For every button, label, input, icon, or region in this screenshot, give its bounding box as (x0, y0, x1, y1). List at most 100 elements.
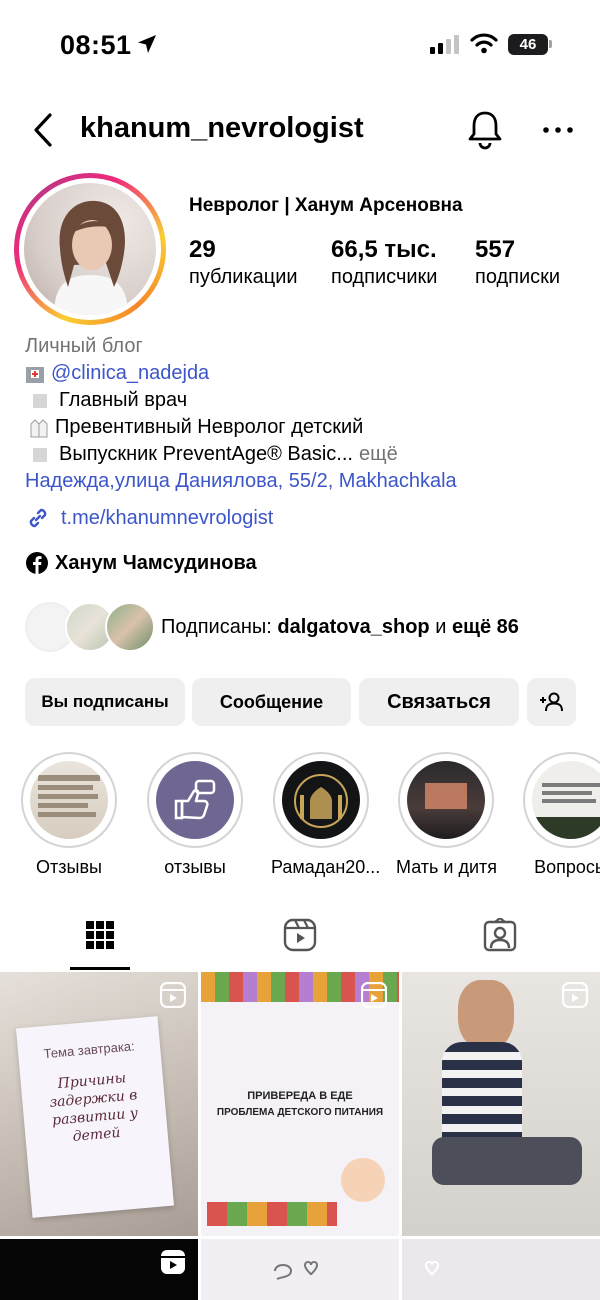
post-title-line2: ПРОБЛЕМА ДЕТСКОГО ПИТАНИЯ (216, 1107, 384, 1118)
stat-posts-value: 29 (189, 236, 216, 263)
profile-tabs (0, 900, 600, 970)
stat-posts-label: публикации (189, 266, 298, 288)
stat-following[interactable]: 557 подписки (475, 236, 560, 289)
wifi-icon (470, 33, 498, 54)
bio-role-text: Главный врач (59, 389, 188, 411)
tab-posts-grid[interactable] (0, 900, 200, 970)
child-legs (432, 1137, 582, 1185)
reel-badge-icon (361, 982, 387, 1008)
post-thumbnail[interactable]: Тема завтрака: Причины задержки в развит… (0, 972, 198, 1236)
top-nav: khanum_nevrologist (0, 95, 600, 165)
followed-by[interactable]: Подписаны: dalgatova_shop и ещё 86 (25, 602, 585, 654)
suggest-people-button[interactable] (527, 678, 576, 726)
cellular-signal-icon (430, 35, 459, 54)
highlight-cover (407, 761, 485, 839)
grid-icon (86, 921, 114, 949)
highlight-reviews[interactable]: Отзывы (19, 752, 119, 878)
post-title-line1: ПРИВЕРЕДА В ЕДЕ (247, 1090, 353, 1102)
reels-icon (283, 918, 317, 952)
highlight-questions[interactable]: Вопросы (521, 752, 600, 878)
bio-specialty-text: Превентивный Невролог детский (55, 416, 364, 438)
profile-category: Личный блог (25, 335, 143, 357)
contact-button[interactable]: Связаться (359, 678, 519, 726)
stat-followers[interactable]: 66,5 тыс. подписчики (331, 236, 437, 289)
vegetables-illustration (207, 1202, 337, 1226)
following-button[interactable]: Вы подписаны (25, 678, 185, 726)
followed-by-text: Подписаны: dalgatova_shop и ещё 86 (161, 616, 519, 638)
highlight-cover (532, 761, 600, 839)
clinic-mention-link[interactable]: @clinica_nadejda (51, 360, 209, 387)
post-thumbnail[interactable] (201, 1239, 399, 1300)
post-thumbnail[interactable] (402, 1239, 600, 1300)
bullet-square-icon (33, 393, 47, 408)
message-button[interactable]: Сообщение (192, 678, 351, 726)
tab-tagged[interactable] (400, 900, 600, 970)
highlight-cover (282, 761, 360, 839)
battery-tip (549, 40, 552, 48)
crying-baby-illustration (341, 1158, 385, 1202)
highlight-label: Отзывы (36, 857, 102, 877)
bullet-square-icon (33, 447, 47, 462)
add-person-icon (539, 692, 563, 712)
follower-avatar (105, 602, 155, 652)
stat-followers-value: 66,5 тыс. (331, 236, 437, 263)
reel-badge-icon (562, 982, 588, 1008)
highlight-cover (156, 761, 234, 839)
post-thumbnail[interactable] (402, 972, 600, 1236)
back-chevron-icon[interactable] (28, 110, 58, 150)
profile-display-name: Невролог | Ханум Арсеновна (189, 195, 463, 216)
bio-line-graduate: Выпускник PreventAge® Basic... ещё (25, 441, 585, 468)
highlight-label: Мать и дитя (396, 857, 498, 877)
profile-avatar[interactable] (14, 173, 166, 325)
highlight-cover (30, 761, 108, 839)
highlight-label: Рамадан20... (271, 857, 381, 877)
battery-icon: 46 (508, 34, 548, 55)
facebook-name: Ханум Чамсудинова (55, 551, 257, 574)
highlight-label: отзывы (164, 857, 226, 877)
stat-followers-label: подписчики (331, 266, 438, 288)
post-thumbnail[interactable]: ПРИВЕРЕДА В ЕДЕ ПРОБЛЕМА ДЕТСКОГО ПИТАНИ… (201, 972, 399, 1236)
status-bar: 08:51 46 (0, 0, 600, 90)
post-thumbnail[interactable] (0, 1239, 198, 1300)
highlight-mother-child[interactable]: Мать и дитя (396, 752, 498, 878)
post-flyer-title: Тема завтрака: (42, 1038, 136, 1062)
facebook-icon (26, 552, 48, 574)
bio-graduate-text: Выпускник PreventAge® Basic... (59, 443, 353, 465)
post-flyer-headline: Причины задержки в развитии у детей (48, 1070, 139, 1145)
bio-line-specialty: Превентивный Невролог детский (25, 414, 585, 441)
highlight-label: Вопросы (534, 857, 600, 877)
hospital-icon (26, 366, 44, 383)
thumbs-up-chat-icon (174, 779, 216, 820)
status-time: 08:51 (60, 30, 132, 60)
external-link[interactable]: t.me/khanumnevrologist (25, 505, 273, 531)
hearts-doodle-icon (424, 1261, 440, 1276)
stat-following-value: 557 (475, 236, 516, 263)
bio-more-link[interactable]: ещё (359, 441, 398, 468)
active-tab-indicator (70, 967, 130, 970)
stat-following-label: подписки (475, 266, 561, 288)
bio-line-clinic: @clinica_nadejda (25, 360, 585, 387)
avatar-photo (24, 183, 156, 315)
tab-reels[interactable] (200, 900, 400, 970)
external-link-text: t.me/khanumnevrologist (61, 506, 274, 529)
doctor-coat-icon (30, 418, 48, 437)
highlight-reviews-2[interactable]: отзывы (145, 752, 245, 878)
highlight-ramadan[interactable]: Рамадан20... (271, 752, 381, 878)
child-shirt (442, 1042, 522, 1142)
bio-line-role: Главный врач (25, 387, 585, 414)
tagged-person-icon (483, 918, 517, 952)
more-options-icon[interactable] (540, 115, 576, 145)
reel-badge-icon (161, 1250, 185, 1274)
facebook-profile-link[interactable]: Ханум Чамсудинова (25, 551, 257, 575)
reel-badge-icon (160, 982, 186, 1008)
profile-username: khanum_nevrologist (80, 112, 364, 144)
stat-posts[interactable]: 29 публикации (189, 236, 298, 289)
notification-bell-icon[interactable] (465, 107, 505, 151)
bio-address-link[interactable]: Надежда,улица Даниялова, 55/2, Makhachka… (25, 468, 585, 495)
link-chain-icon (29, 508, 47, 528)
location-arrow-icon (138, 35, 156, 53)
flyer-card: Тема завтрака: Причины задержки в развит… (15, 1016, 175, 1218)
profile-bio: Личный блог @clinica_nadejda Главный вра… (25, 333, 585, 495)
child-face (458, 980, 514, 1050)
chat-hearts-icon (274, 1261, 319, 1280)
